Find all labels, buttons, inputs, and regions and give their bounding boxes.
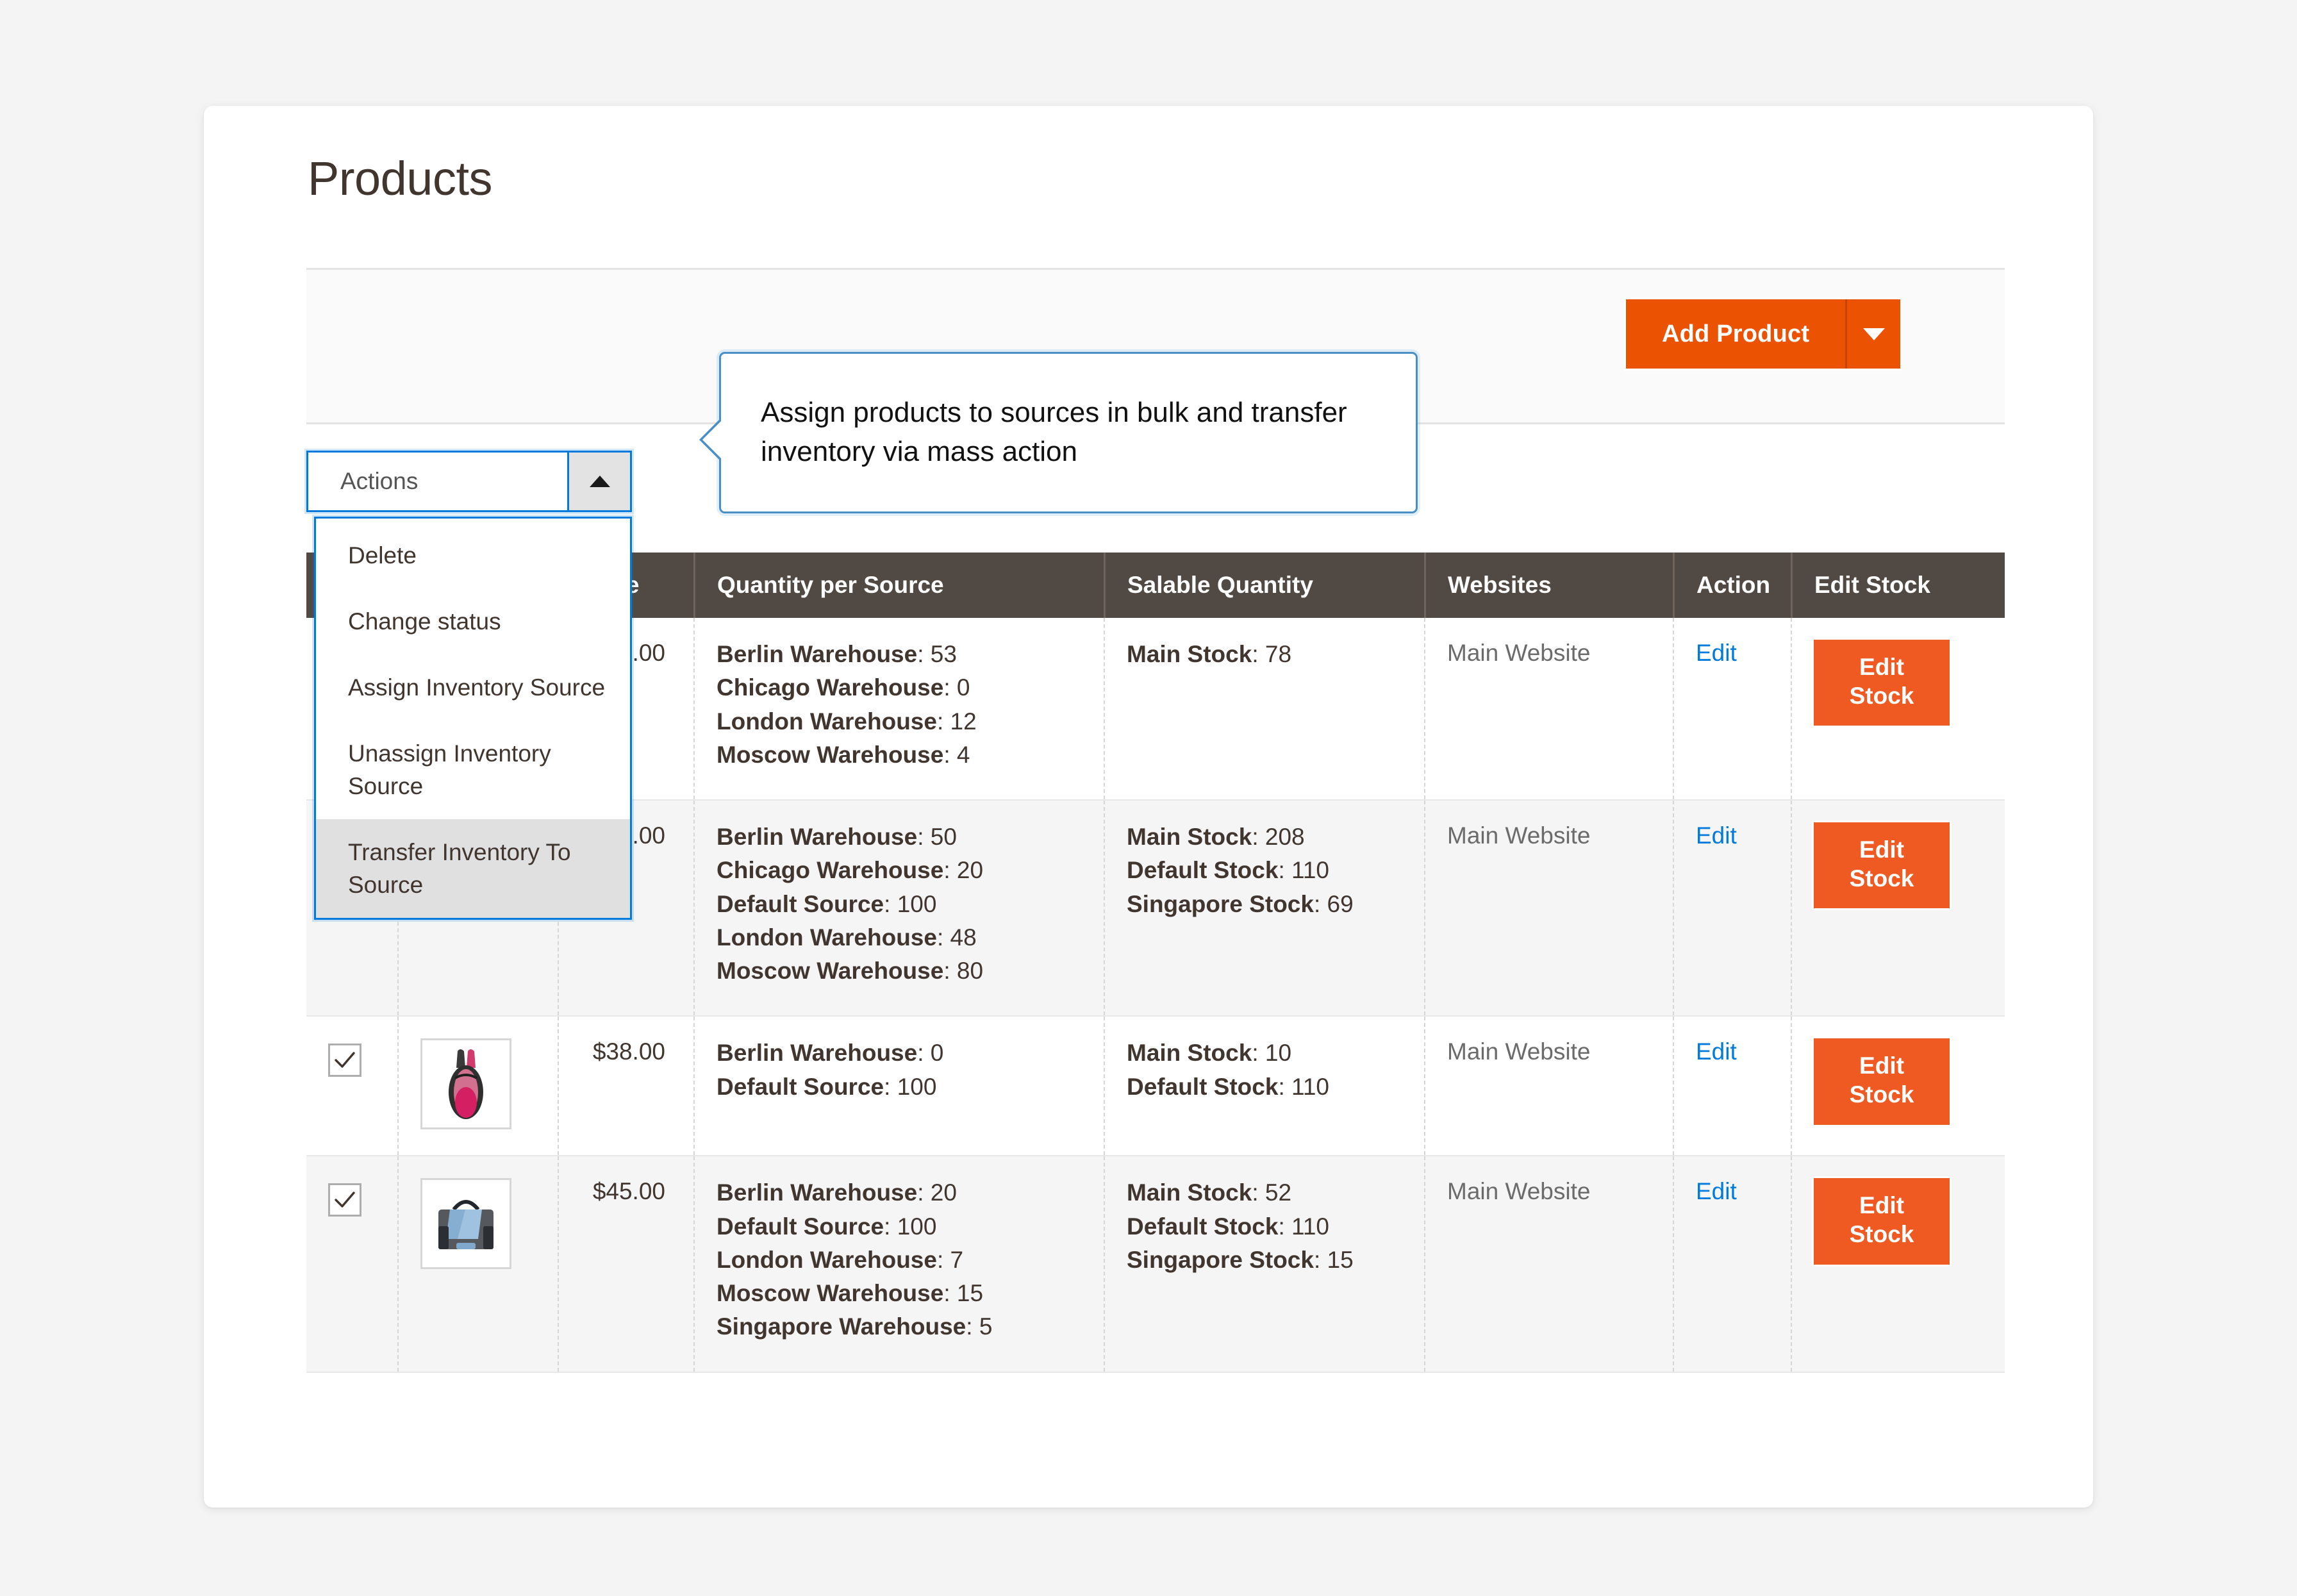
add-product-caret-button[interactable] xyxy=(1845,299,1901,369)
pink-backpack-thumbnail xyxy=(420,1038,511,1130)
quantity-source-line: Default Source: 100 xyxy=(717,1213,937,1240)
edit-stock-button[interactable]: Edit Stock xyxy=(1814,822,1950,909)
row-price-cell: $45.00 xyxy=(558,1156,693,1372)
salable-stock-line: Singapore Stock: 69 xyxy=(1127,890,1354,917)
edit-stock-button[interactable]: Edit Stock xyxy=(1814,1178,1950,1265)
salable-stock-line: Main Stock: 52 xyxy=(1127,1179,1292,1206)
row-salable-quantity-cell: Main Stock: 10 Default Stock: 110 xyxy=(1104,1017,1424,1156)
row-quantity-per-source-cell: Berlin Warehouse: 50 Chicago Warehouse: 2… xyxy=(693,801,1104,1016)
quantity-source-line: Berlin Warehouse: 53 xyxy=(717,641,957,667)
callout-text: Assign products to sources in bulk and t… xyxy=(761,397,1347,467)
quantity-source-line: Moscow Warehouse: 80 xyxy=(717,958,984,984)
menu-item-transfer-inventory-to-source[interactable]: Transfer Inventory To Source xyxy=(316,819,630,919)
row-edit-stock-cell: Edit Stock xyxy=(1791,1017,2005,1156)
row-salable-quantity-cell: Main Stock: 52 Default Stock: 110 Singapor… xyxy=(1104,1156,1424,1372)
website-value: Main Website xyxy=(1447,640,1591,666)
website-value: Main Website xyxy=(1447,1178,1591,1205)
mass-actions-select[interactable]: Actions xyxy=(306,451,632,512)
quantity-source-line: London Warehouse: 12 xyxy=(717,708,977,735)
row-quantity-per-source-cell: Berlin Warehouse: 0 Default Source: 100 xyxy=(693,1017,1104,1156)
edit-stock-button[interactable]: Edit Stock xyxy=(1814,640,1950,726)
add-product-button[interactable]: Add Product xyxy=(1626,299,1846,369)
row-action-cell: Edit xyxy=(1673,618,1791,799)
price-value: $38.00 xyxy=(592,1038,665,1065)
quantity-source-line: Chicago Warehouse: 20 xyxy=(717,857,984,884)
row-websites-cell: Main Website xyxy=(1424,1156,1673,1372)
quantity-source-line: Berlin Warehouse: 0 xyxy=(717,1040,944,1067)
row-action-cell: Edit xyxy=(1673,801,1791,1016)
mass-actions-menu: Delete Change status Assign Inventory So… xyxy=(314,517,632,920)
quantity-source-line: Berlin Warehouse: 20 xyxy=(717,1179,957,1206)
grid-header-websites[interactable]: Websites xyxy=(1424,553,1673,618)
row-select-cell xyxy=(306,1017,397,1155)
menu-item-unassign-inventory-source[interactable]: Unassign Inventory Source xyxy=(316,720,630,819)
row-thumbnail-cell xyxy=(397,1156,558,1372)
row-websites-cell: Main Website xyxy=(1424,618,1673,799)
grey-messenger-bag-thumbnail xyxy=(420,1178,511,1270)
edit-stock-button[interactable]: Edit Stock xyxy=(1814,1038,1950,1125)
salable-stock-line: Main Stock: 10 xyxy=(1127,1040,1292,1067)
row-thumbnail-cell xyxy=(397,1017,558,1156)
quantity-source-line: Singapore Warehouse: 5 xyxy=(717,1313,993,1340)
row-action-cell: Edit xyxy=(1673,1017,1791,1156)
row-edit-stock-cell: Edit Stock xyxy=(1791,618,2005,799)
website-value: Main Website xyxy=(1447,822,1591,849)
feature-callout: Assign products to sources in bulk and t… xyxy=(699,352,1418,513)
row-edit-stock-cell: Edit Stock xyxy=(1791,801,2005,1016)
row-salable-quantity-cell: Main Stock: 78 xyxy=(1104,618,1424,799)
menu-item-assign-inventory-source[interactable]: Assign Inventory Source xyxy=(316,654,630,720)
row-select-cell xyxy=(306,1156,397,1371)
row-quantity-per-source-cell: Berlin Warehouse: 20 Default Source: 100 L… xyxy=(693,1156,1104,1372)
mass-actions-toggle-button[interactable] xyxy=(567,453,630,510)
table-row: $45.00 Berlin Warehouse: 20 Default Source… xyxy=(306,1156,2005,1373)
grid-header-quantity-per-source[interactable]: Quantity per Source xyxy=(693,553,1104,618)
chevron-up-icon xyxy=(589,476,610,487)
row-action-cell: Edit xyxy=(1673,1156,1791,1372)
salable-stock-line: Main Stock: 208 xyxy=(1127,824,1305,850)
page-title: Products xyxy=(308,152,493,205)
row-checkbox[interactable] xyxy=(328,1043,361,1077)
quantity-source-line: Moscow Warehouse: 15 xyxy=(717,1280,984,1306)
quantity-source-line: Moscow Warehouse: 4 xyxy=(717,741,970,768)
salable-stock-line: Default Stock: 110 xyxy=(1127,1213,1329,1240)
row-price-cell: $38.00 xyxy=(558,1017,693,1156)
grid-header-action: Action xyxy=(1673,553,1791,618)
website-value: Main Website xyxy=(1447,1038,1591,1065)
row-salable-quantity-cell: Main Stock: 208 Default Stock: 110 Singapo… xyxy=(1104,801,1424,1016)
row-websites-cell: Main Website xyxy=(1424,1017,1673,1156)
quantity-source-line: Berlin Warehouse: 50 xyxy=(717,824,957,850)
salable-stock-line: Singapore Stock: 15 xyxy=(1127,1246,1354,1273)
grid-header-salable-quantity[interactable]: Salable Quantity xyxy=(1104,553,1424,618)
grid-header-edit-stock: Edit Stock xyxy=(1791,553,2005,618)
quantity-source-line: Default Source: 100 xyxy=(717,1073,937,1100)
quantity-source-line: London Warehouse: 7 xyxy=(717,1246,964,1273)
row-websites-cell: Main Website xyxy=(1424,801,1673,1016)
row-edit-stock-cell: Edit Stock xyxy=(1791,1156,2005,1372)
callout-arrow-fill xyxy=(702,418,724,461)
table-row: $38.00 Berlin Warehouse: 0 Default Source:… xyxy=(306,1017,2005,1157)
salable-stock-line: Default Stock: 110 xyxy=(1127,857,1329,884)
menu-item-delete[interactable]: Delete xyxy=(316,522,630,588)
salable-stock-line: Main Stock: 78 xyxy=(1127,641,1292,667)
quantity-source-line: Chicago Warehouse: 0 xyxy=(717,674,970,701)
price-value: $45.00 xyxy=(592,1178,665,1205)
edit-link[interactable]: Edit xyxy=(1696,640,1737,666)
edit-link[interactable]: Edit xyxy=(1696,1178,1737,1204)
quantity-source-line: Default Source: 100 xyxy=(717,890,937,917)
menu-item-change-status[interactable]: Change status xyxy=(316,588,630,654)
chevron-down-icon xyxy=(1862,328,1885,340)
quantity-source-line: London Warehouse: 48 xyxy=(717,924,977,951)
row-checkbox[interactable] xyxy=(328,1183,361,1217)
edit-link[interactable]: Edit xyxy=(1696,1038,1737,1065)
screenshot-root: Products Add Product Actions Delete Chan… xyxy=(0,0,2297,1596)
mass-actions-selected-label: Actions xyxy=(340,468,419,494)
salable-stock-line: Default Stock: 110 xyxy=(1127,1073,1329,1100)
row-quantity-per-source-cell: Berlin Warehouse: 53 Chicago Warehouse: 0… xyxy=(693,618,1104,799)
edit-link[interactable]: Edit xyxy=(1696,822,1737,849)
add-product-split-button[interactable]: Add Product xyxy=(1626,299,1901,369)
